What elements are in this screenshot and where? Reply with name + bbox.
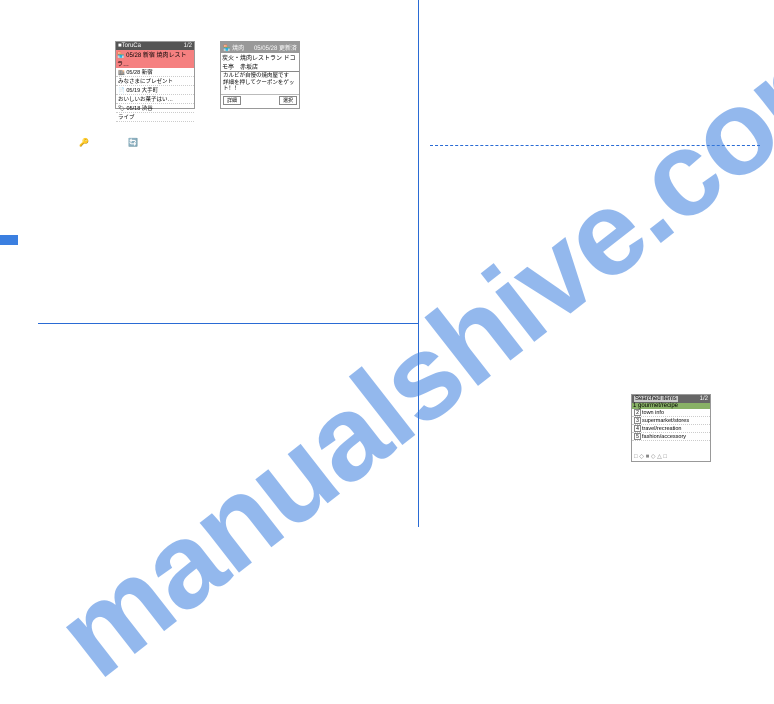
side-tab-mark bbox=[0, 235, 18, 245]
ps2-body: カルビが自慢の焼肉屋です 詳細を押してクーポンをゲット！！ bbox=[221, 72, 299, 94]
phone-screen-detail: 🏪 焼肉 05/05/28 更新済 炭火・焼肉レストラン ドコモ亭 赤坂店 カル… bbox=[220, 41, 300, 109]
list-item[interactable]: ライブ bbox=[116, 113, 194, 122]
ps1-page: 1/2 bbox=[184, 43, 192, 49]
list-item[interactable]: 5fashion/accessory bbox=[632, 433, 710, 441]
phone-screen-toruca-list: ■ToruCa 1/2 🏪 05/28 新宿 焼肉レストラ… 🏬 05/28 新… bbox=[115, 41, 195, 109]
ps2-shop-name: 炭火・焼肉レストラン ドコモ亭 赤坂店 bbox=[221, 53, 299, 72]
list-item[interactable]: 🏷 05/18 渋谷 bbox=[116, 104, 194, 113]
ps2-date: 05/05/28 更新済 bbox=[254, 43, 297, 52]
list-item[interactable]: 📄 05/19 大手町 bbox=[116, 86, 194, 95]
vertical-divider bbox=[418, 0, 419, 527]
list-item[interactable]: 3supermarket/stores bbox=[632, 417, 710, 425]
key-icon: 🔑 bbox=[79, 138, 88, 147]
ps1-highlight-row[interactable]: 🏪 05/28 新宿 焼肉レストラ… bbox=[116, 50, 194, 68]
detail-button[interactable]: 詳細 bbox=[223, 96, 241, 105]
list-item[interactable]: おいしいお菓子はい… bbox=[116, 95, 194, 104]
ps1-title: ■ToruCa bbox=[118, 43, 141, 49]
phone-screen-searched-items: Searched items 1/2 1 gourmet/recipe 2tow… bbox=[631, 394, 711, 462]
ps3-page: 1/2 bbox=[700, 396, 708, 402]
horizontal-divider-right-dashed bbox=[430, 145, 760, 146]
list-item[interactable]: 🏬 05/28 新宿 bbox=[116, 68, 194, 77]
refresh-icon: 🔄 bbox=[128, 138, 137, 147]
list-item[interactable]: 4travel/recreation bbox=[632, 425, 710, 433]
ps3-title: Searched items bbox=[634, 396, 678, 402]
list-item[interactable]: みなさまにプレゼント bbox=[116, 77, 194, 86]
select-button[interactable]: 選択 bbox=[279, 96, 297, 105]
list-item[interactable]: 2town info bbox=[632, 409, 710, 417]
horizontal-divider-left bbox=[38, 323, 418, 324]
ps2-title: 🏪 焼肉 bbox=[223, 43, 244, 52]
ps3-footer-icons: □ ◇ ■ ◇ △ □ bbox=[632, 453, 710, 460]
